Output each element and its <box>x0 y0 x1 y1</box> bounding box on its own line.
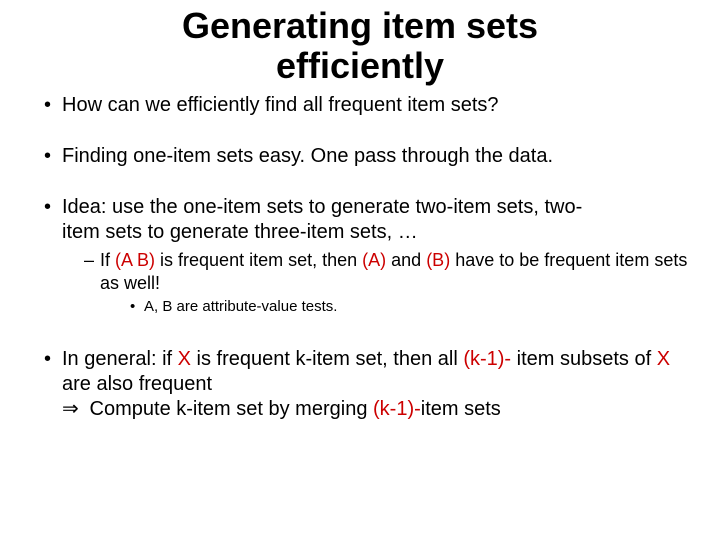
bullet-list: How can we efficiently find all frequent… <box>30 93 690 422</box>
bullet-2-text: Finding one-item sets easy. One pass thr… <box>62 145 553 167</box>
bullet-3-subsub: A, B are attribute-value tests. <box>130 298 690 317</box>
b4-b: is frequent k-item set, then all <box>191 348 463 370</box>
b3s-b: is frequent item set, then <box>155 250 362 270</box>
bullet-3-sublist: If (A B) is frequent item set, then (A) … <box>62 249 690 317</box>
b4-c: item subsets of <box>511 348 657 370</box>
slide-title: Generating item sets efficiently <box>30 0 690 93</box>
b4-k2: (k-1)- <box>373 398 421 420</box>
b4-d: are also frequent <box>62 373 212 395</box>
bullet-3-subsublist: A, B are attribute-value tests. <box>100 298 690 317</box>
bullet-3-line-b: item sets to generate three-item sets, … <box>62 221 418 243</box>
bullet-4: In general: if X is frequent k-item set,… <box>44 347 690 422</box>
b3s-ab: (A B) <box>115 250 155 270</box>
bullet-3: Idea: use the one-item sets to generate … <box>44 195 690 317</box>
bullet-2: Finding one-item sets easy. One pass thr… <box>44 144 690 169</box>
slide: Generating item sets efficiently How can… <box>0 0 720 540</box>
b4-k1: (k-1)- <box>463 348 511 370</box>
b4-a: In general: if <box>62 348 178 370</box>
title-line-1: Generating item sets <box>182 5 538 46</box>
b4-e: Compute k-item set by merging <box>84 398 373 420</box>
b3s-B: (B) <box>426 250 450 270</box>
bullet-1-text: How can we efficiently find all frequent… <box>62 94 499 116</box>
b3s-A: (A) <box>362 250 386 270</box>
b3s-a: If <box>100 250 115 270</box>
bullet-3-sub: If (A B) is frequent item set, then (A) … <box>84 249 690 317</box>
title-line-2: efficiently <box>276 45 444 86</box>
implies-icon: ⇒ <box>62 397 84 422</box>
b4-f: item sets <box>421 398 501 420</box>
b3s-c: and <box>386 250 426 270</box>
bullet-3-line-a: Idea: use the one-item sets to generate … <box>62 196 582 218</box>
bullet-1: How can we efficiently find all frequent… <box>44 93 690 118</box>
b4-X1: X <box>178 348 191 370</box>
b4-X2: X <box>657 348 670 370</box>
b3ss-text: A, B are attribute-value tests. <box>144 298 337 315</box>
